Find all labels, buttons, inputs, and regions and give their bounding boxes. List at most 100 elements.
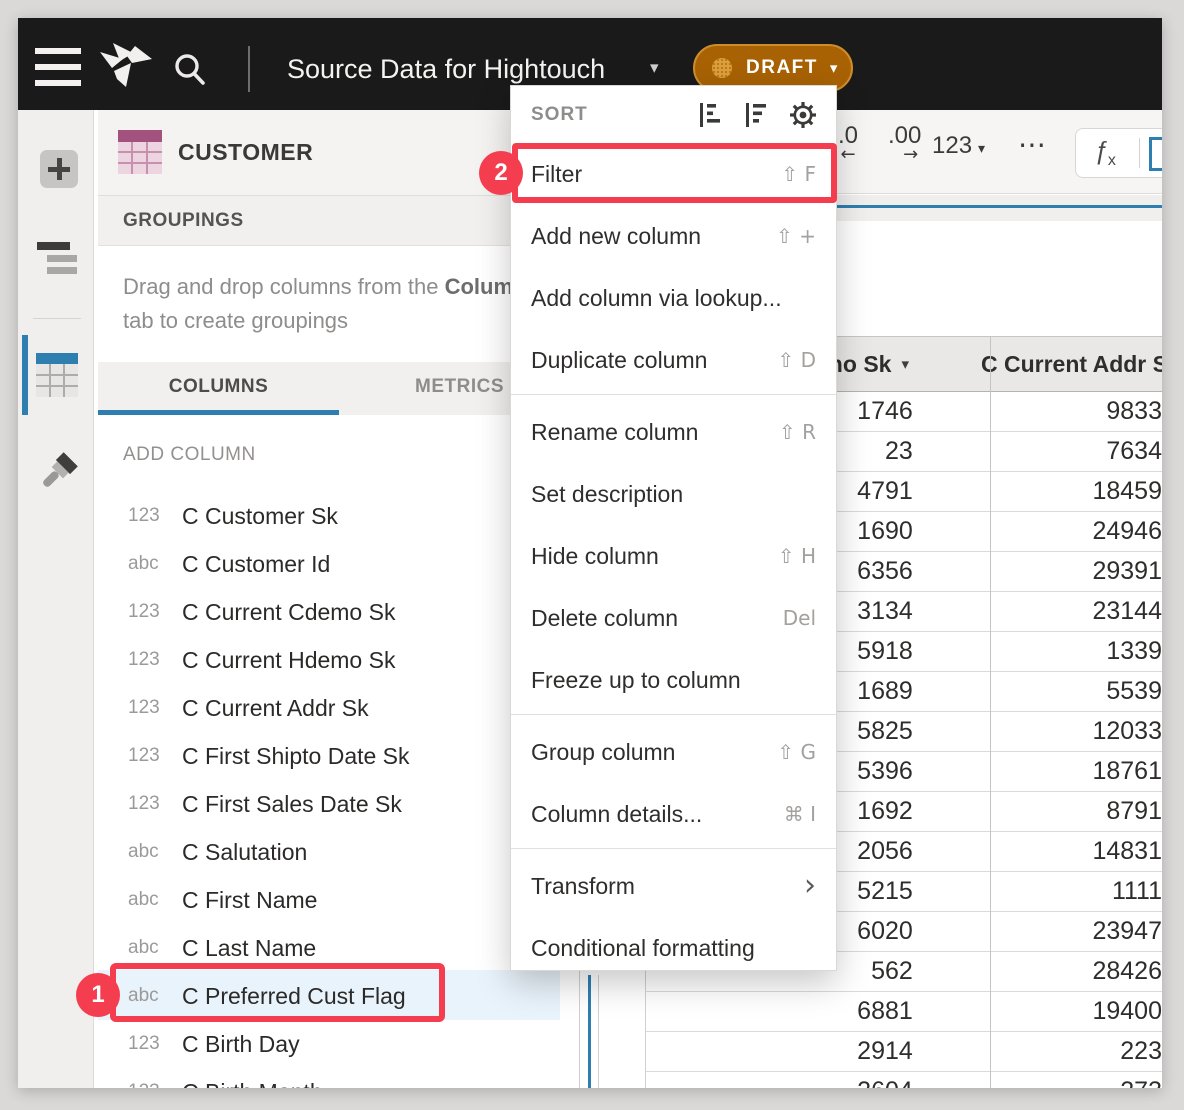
column-name: C Current Addr Sk — [182, 695, 369, 722]
cell-addr-sk[interactable]: 14831 — [921, 832, 1162, 871]
app-window: Source Data for Hightouch ▾ DRAFT ▾ — [18, 18, 1162, 1088]
column-type-badge: 123 — [128, 505, 168, 527]
cell-hdemo-sk[interactable]: 2604 — [645, 1072, 921, 1088]
hamburger-menu-icon[interactable] — [35, 48, 81, 86]
function-icon: ƒx — [1094, 137, 1116, 170]
menu-item[interactable]: Group column ⇧ G — [511, 721, 836, 783]
column-list-item[interactable]: 123 C First Sales Date Sk — [98, 780, 580, 828]
column-list-item[interactable]: 123 C First Shipto Date Sk — [98, 732, 580, 780]
plus-icon — [48, 158, 70, 180]
groupings-section: GROUPINGS — [98, 196, 580, 246]
column-list-item[interactable]: abc C Customer Id — [98, 540, 580, 588]
document-title-caret-icon[interactable]: ▾ — [650, 58, 659, 78]
cell-addr-sk[interactable]: 24946 — [921, 512, 1162, 551]
annotation-badge-2: 2 — [479, 151, 523, 195]
cell-addr-sk[interactable]: 273 — [921, 1072, 1162, 1088]
column-separator — [990, 336, 991, 1088]
cell-addr-sk[interactable]: 7634 — [921, 432, 1162, 471]
formula-bar[interactable]: ƒx — [1075, 128, 1162, 178]
table-element-button[interactable] — [36, 353, 78, 397]
number-format-dropdown[interactable]: 123▾ — [932, 132, 985, 160]
menu-shortcut: ⇧ D — [777, 348, 816, 372]
add-element-button[interactable] — [40, 150, 78, 188]
cell-hdemo-sk[interactable]: 2914 — [645, 1032, 921, 1071]
sort-row: SORT — [511, 86, 836, 143]
cell-addr-sk[interactable]: 9833 — [921, 392, 1162, 431]
column-list-item[interactable]: abc C First Name — [98, 876, 580, 924]
menu-item[interactable]: Add new column ⇧ + — [511, 205, 836, 267]
column-context-menu: SORT — [510, 85, 837, 971]
menu-item[interactable]: Column details... ⌘ I — [511, 783, 836, 845]
column-type-badge: 123 — [128, 1081, 168, 1088]
tab-columns[interactable]: COLUMNS — [98, 376, 339, 398]
element-panel: CUSTOMER GROUPINGS Drag and drop columns… — [98, 110, 580, 1088]
cell-addr-sk[interactable]: 23947 — [921, 912, 1162, 951]
menu-item[interactable]: Rename column ⇧ R — [511, 401, 836, 463]
annotation-badge-1: 1 — [76, 973, 120, 1017]
sort-settings-gear-icon[interactable] — [788, 100, 818, 130]
menu-item[interactable]: Set description — [511, 463, 836, 525]
sort-descending-icon[interactable] — [742, 100, 772, 130]
formula-bar-divider — [1139, 138, 1140, 168]
cell-addr-sk[interactable]: 28426 — [921, 952, 1162, 991]
menu-divider — [511, 848, 836, 855]
sort-ascending-icon[interactable] — [696, 100, 726, 130]
column-name: C Birth Day — [182, 1031, 300, 1058]
column-type-badge: 123 — [128, 793, 168, 815]
table-row[interactable]: 6881 19400 — [645, 992, 1162, 1032]
cell-hdemo-sk[interactable]: 6881 — [645, 992, 921, 1031]
column-type-badge: 123 — [128, 745, 168, 767]
column-list-item[interactable]: abc C Salutation — [98, 828, 580, 876]
column-menu-caret-icon[interactable]: ▾ — [901, 355, 909, 373]
column-type-badge: abc — [128, 937, 168, 959]
cell-addr-sk[interactable]: 18459 — [921, 472, 1162, 511]
table-row[interactable]: 2604 273 — [645, 1072, 1162, 1088]
column-list-item[interactable]: 123 C Birth Day — [98, 1020, 580, 1068]
more-options-button[interactable]: ⋯ — [1018, 128, 1048, 161]
menu-item[interactable]: Add column via lookup... — [511, 267, 836, 329]
table-row[interactable]: 2914 223 — [645, 1032, 1162, 1072]
cell-addr-sk[interactable]: 223 — [921, 1032, 1162, 1071]
search-icon[interactable] — [170, 50, 212, 90]
menu-item[interactable]: Hide column ⇧ H — [511, 525, 836, 587]
column-name: C Customer Sk — [182, 503, 338, 530]
document-title[interactable]: Source Data for Hightouch — [287, 54, 605, 85]
column-list-item[interactable]: 123 C Current Hdemo Sk — [98, 636, 580, 684]
column-list-item[interactable]: 123 C Customer Sk — [98, 492, 580, 540]
column-list-item[interactable]: 123 C Birth Month — [98, 1068, 580, 1088]
outline-panel-button[interactable] — [37, 242, 77, 280]
column-list-item[interactable]: 123 C Current Addr Sk — [98, 684, 580, 732]
cell-addr-sk[interactable]: 23144 — [921, 592, 1162, 631]
menu-item[interactable]: Transform › — [511, 855, 836, 917]
column-type-badge: 123 — [128, 1033, 168, 1055]
cell-addr-sk[interactable]: 18761 — [921, 752, 1162, 791]
gutter-line — [598, 975, 599, 1088]
cell-addr-sk[interactable]: 8791 — [921, 792, 1162, 831]
menu-item[interactable]: Freeze up to column — [511, 649, 836, 711]
decrease-decimal-button[interactable]: .0 ← — [838, 124, 858, 162]
cell-addr-sk[interactable]: 19400 — [921, 992, 1162, 1031]
menu-shortcut: Del — [783, 606, 816, 630]
element-sidebar — [18, 110, 94, 1088]
format-brush-button[interactable] — [35, 446, 81, 498]
increase-decimal-button[interactable]: .00 → — [888, 124, 921, 162]
column-name: C Salutation — [182, 839, 307, 866]
cell-addr-sk[interactable]: 1111 — [921, 872, 1162, 911]
menu-item[interactable]: Delete column Del — [511, 587, 836, 649]
cell-addr-sk[interactable]: 5539 — [921, 672, 1162, 711]
column-type-badge: 123 — [128, 601, 168, 623]
column-list-item[interactable]: 123 C Current Cdemo Sk — [98, 588, 580, 636]
column-type-badge: 123 — [128, 649, 168, 671]
menu-item[interactable]: Conditional formatting — [511, 917, 836, 979]
source-table-icon — [118, 130, 162, 174]
cell-addr-sk[interactable]: 12033 — [921, 712, 1162, 751]
menu-item[interactable]: Duplicate column ⇧ D — [511, 329, 836, 391]
add-column-label: ADD COLUMN — [123, 444, 256, 466]
draft-label: DRAFT — [746, 57, 818, 79]
groupings-drop-hint[interactable]: Drag and drop columns from the Columnsta… — [123, 270, 539, 338]
column-header-addr-sk[interactable]: C Current Addr Sk — [925, 337, 1162, 391]
cell-addr-sk[interactable]: 29391 — [921, 552, 1162, 591]
formula-selection-bracket — [1149, 137, 1162, 171]
cell-addr-sk[interactable]: 1339 — [921, 632, 1162, 671]
column-name: C Customer Id — [182, 551, 330, 578]
